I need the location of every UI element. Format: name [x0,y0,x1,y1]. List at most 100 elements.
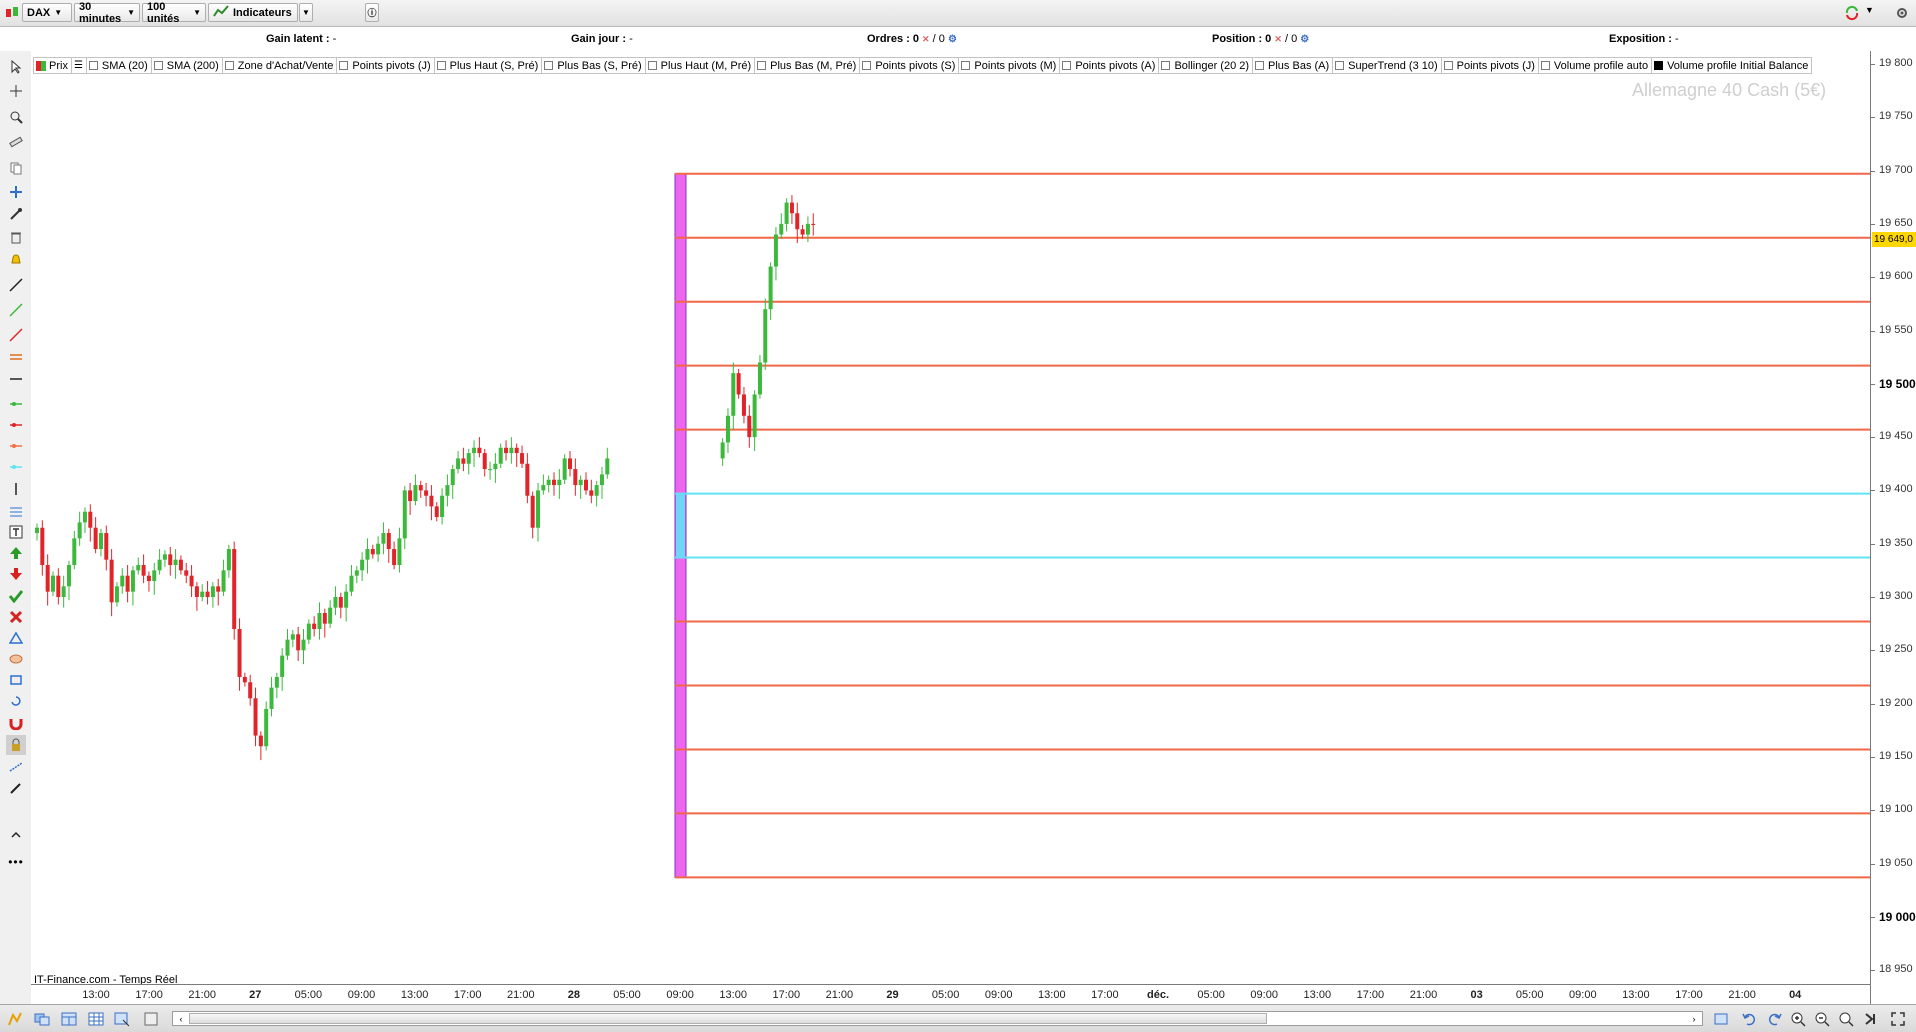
legend-item[interactable]: Zone d'Achat/Vente [221,57,338,74]
more-icon[interactable]: ••• [6,852,26,872]
legend-item[interactable]: Plus Bas (M, Pré) [754,57,861,74]
legend-item[interactable]: ☰ [70,57,87,74]
checkbox[interactable] [1335,61,1345,70]
checkbox[interactable] [436,61,446,70]
cancel-icon[interactable]: ✕ [1274,34,1282,44]
measure-icon[interactable] [6,757,26,777]
scroll-last-icon[interactable] [1861,1010,1879,1028]
checkbox[interactable] [647,61,657,70]
legend-item[interactable]: Prix [33,57,72,74]
settings-icon[interactable] [1893,3,1911,22]
legend-item[interactable]: Points pivots (J) [336,57,435,74]
horizontal-scrollbar[interactable]: ‹ › [172,1011,1703,1026]
magic-icon[interactable] [6,204,26,224]
legend-item[interactable]: Volume profile Initial Balance [1651,57,1813,74]
checkbox[interactable] [1654,61,1664,70]
chart-type-icon[interactable] [4,4,20,20]
checkbox[interactable] [961,61,971,70]
alert-bell-icon[interactable] [6,250,26,270]
scroll-thumb[interactable] [189,1013,1267,1024]
legend-item[interactable]: Points pivots (M) [958,57,1061,74]
layout-icon[interactable] [33,1010,51,1028]
checkbox[interactable] [339,61,349,70]
lock-icon[interactable] [6,735,26,755]
line-tool-icon[interactable] [6,275,26,295]
cancel-icon[interactable]: ✕ [922,34,930,44]
zoom-in-icon[interactable] [1789,1010,1807,1028]
undo-icon[interactable] [1740,1010,1758,1028]
cross-icon[interactable] [6,607,26,627]
redo-icon[interactable] [1766,1010,1784,1028]
scroll-left-button[interactable]: ‹ [174,1012,188,1025]
legend-item[interactable]: SMA (20) [85,57,152,74]
checkbox[interactable] [862,61,872,70]
checkbox[interactable] [1161,61,1171,70]
legend-item[interactable]: Points pivots (A) [1059,57,1160,74]
cursor-icon[interactable] [6,57,26,77]
rectangle-icon[interactable] [6,670,26,690]
zoom-reset-icon[interactable] [1837,1010,1855,1028]
new-window-icon[interactable] [113,1010,131,1028]
time-axis[interactable]: 13:00 17:00 21:00 27 05:00 09:00 13:00 17:00 21:… [31,984,1870,1005]
horizontal-line-icon[interactable] [6,369,26,389]
horizontal-red-icon[interactable] [6,415,26,435]
instrument-dropdown[interactable]: DAX ▼ [22,3,72,22]
sell-arrow-icon[interactable] [6,564,26,584]
trendline-green-icon[interactable] [6,300,26,320]
checkbox[interactable] [544,61,554,70]
triangle-icon[interactable] [6,628,26,648]
settings-icon[interactable]: ⚙ [1300,34,1309,45]
fibonacci-icon[interactable] [6,502,26,522]
price-axis[interactable]: 18 950 19 000 19 050 19 100 19 150 19 200 19 2… [1870,51,1916,1004]
checkbox[interactable] [1540,61,1550,70]
units-dropdown[interactable]: 100 unités ▼ [142,1,206,25]
vertical-line-icon[interactable] [6,479,26,499]
scroll-first-icon[interactable] [1712,1010,1730,1028]
checkmark-icon[interactable] [6,586,26,606]
scroll-right-button[interactable]: › [1687,1012,1701,1025]
info-button[interactable]: ⓘ [365,3,379,22]
legend-item[interactable]: Plus Haut (M, Pré) [644,57,756,74]
channel-icon[interactable] [6,347,26,367]
pencil-icon[interactable] [6,778,26,798]
checkbox[interactable] [1255,61,1265,70]
legend-item[interactable]: Bollinger (20 2) [1158,57,1254,74]
trendline-red-icon[interactable] [6,325,26,345]
legend-item[interactable]: Points pivots (S) [859,57,960,74]
horizontal-orange-icon[interactable] [6,436,26,456]
checkbox[interactable] [224,61,234,70]
text-tool-icon[interactable] [6,522,26,542]
horizontal-green-icon[interactable] [6,394,26,414]
ellipse-icon[interactable] [6,649,26,669]
legend-item[interactable]: Plus Bas (S, Pré) [541,57,646,74]
expand-icon[interactable] [6,825,26,845]
fullscreen-icon[interactable] [1889,1010,1907,1028]
indicators-button[interactable]: Indicateurs [208,3,298,22]
zoom-out-icon[interactable] [1813,1010,1831,1028]
checkbox[interactable] [1062,61,1072,70]
legend-item[interactable]: SMA (200) [150,57,223,74]
chart-style-icon[interactable] [6,1010,24,1028]
horizontal-cyan-icon[interactable] [6,457,26,477]
crosshair-icon[interactable] [6,81,26,101]
legend-item[interactable]: Plus Haut (S, Pré) [433,57,543,74]
windows-icon[interactable] [60,1010,78,1028]
chart-canvas[interactable] [31,51,1870,1004]
magnet-icon[interactable] [6,713,26,733]
grid-icon[interactable] [87,1010,105,1028]
checkbox[interactable] [88,61,98,70]
settings-icon[interactable]: ⚙ [948,34,957,45]
move-icon[interactable] [6,182,26,202]
legend-item[interactable]: Plus Bas (A) [1252,57,1334,74]
timeframe-dropdown[interactable]: 30 minutes ▼ [74,1,140,25]
ruler-icon[interactable] [6,132,26,152]
price-chart[interactable] [31,51,1870,1004]
checkbox[interactable] [153,61,163,70]
copy-icon[interactable] [6,158,26,178]
indicators-menu-button[interactable]: ▼ [299,3,313,22]
zoom-icon[interactable] [6,107,26,127]
legend-item[interactable]: Points pivots (J) [1440,57,1539,74]
trash-icon[interactable] [6,227,26,247]
rotate-icon[interactable] [6,691,26,711]
buy-arrow-icon[interactable] [6,543,26,563]
